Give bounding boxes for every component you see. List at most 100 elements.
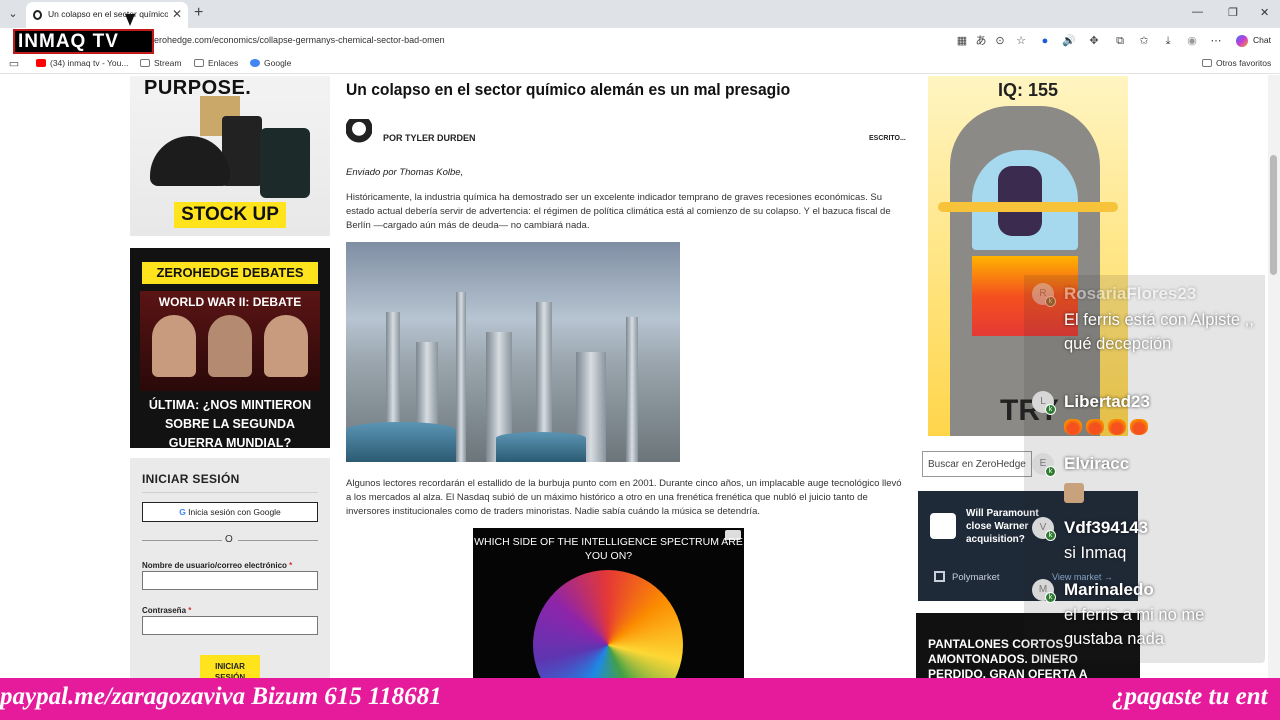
storage-tank — [346, 422, 456, 462]
login-title: INICIAR SESIÓN — [142, 472, 240, 486]
folder-icon — [140, 59, 150, 67]
speaker-photo — [264, 315, 308, 377]
sticker-icon — [1064, 483, 1084, 503]
reader-icon[interactable]: ⊙ — [992, 33, 1008, 49]
other-favorites[interactable]: Otros favoritos — [1202, 58, 1271, 68]
chat-button[interactable]: Chat — [1253, 35, 1271, 45]
article-byline: Enviado por Thomas Kolbe, — [346, 167, 464, 178]
google-signin-button[interactable]: G Inicia sesión con Google — [142, 502, 318, 522]
storage-tank — [496, 432, 586, 462]
chat-username: Vdf394143 — [1064, 518, 1149, 537]
apps-icon[interactable]: ▦ — [954, 33, 970, 49]
author-avatar — [346, 119, 372, 147]
favorite-stream[interactable]: Stream — [140, 58, 181, 68]
warner-logo-icon — [930, 513, 956, 539]
angry-face-icon — [1108, 419, 1126, 435]
speaker-photo — [152, 315, 196, 377]
zerohedge-favicon-icon — [33, 10, 42, 20]
password-label: Contraseña * — [142, 606, 192, 615]
maximize-button[interactable]: ❐ — [1228, 6, 1238, 19]
angry-face-icon — [1064, 419, 1082, 435]
game-hero — [998, 166, 1042, 236]
tab-active[interactable]: Un colapso en el sector químico a ✕ — [26, 2, 188, 28]
minimize-button[interactable]: — — [1192, 6, 1203, 18]
close-window-button[interactable]: ✕ — [1260, 6, 1269, 19]
chat-badge-icon: k — [1045, 404, 1056, 415]
translate-icon[interactable]: あ — [973, 33, 989, 49]
chat-badge-icon: k — [1045, 466, 1056, 477]
divider — [142, 540, 222, 541]
puzzle-extensions-icon[interactable]: ✥ — [1086, 33, 1102, 49]
extension-icon[interactable]: ● — [1037, 33, 1053, 49]
debates-subtitle: WORLD WAR II: DEBATE — [158, 295, 302, 309]
favorites-icon[interactable]: ✩ — [1136, 33, 1152, 49]
favorite-enlaces[interactable]: Enlaces — [194, 58, 238, 68]
ticker-text: paypal.me/zaragozaviva Bizum 615 118681 — [0, 683, 442, 710]
new-tab-button[interactable]: + — [194, 4, 203, 22]
folder-icon — [1202, 59, 1212, 67]
author-name[interactable]: POR TYLER DURDEN — [383, 133, 476, 143]
speaker-icon[interactable]: 🔊 — [1061, 33, 1077, 49]
debates-question: ÚLTIMA: ¿NOS MINTIERON SOBRE LA SEGUNDA … — [148, 398, 312, 450]
poly-brand: Polymarket — [952, 572, 1000, 583]
game-pin — [938, 202, 1118, 212]
angry-face-icon — [1130, 419, 1148, 435]
url-text: erohedge.com/economics/collapse-germanys… — [154, 35, 445, 45]
game-iq-label: IQ: 155 — [997, 80, 1059, 100]
donation-ticker: paypal.me/zaragozaviva Bizum 615 118681 … — [0, 678, 1280, 720]
polymarket-logo-icon — [934, 571, 945, 582]
reading-list-icon[interactable]: ▭ — [6, 56, 22, 72]
debates-title: ZEROHEDGE DEBATES — [142, 262, 318, 284]
favorites-bar: ▭ (34) inmaq tv - You... Stream Enlaces … — [0, 54, 1280, 74]
refinery-tower — [456, 292, 466, 462]
chat-badge-icon: k — [1045, 592, 1056, 603]
chat-text: el ferris a mi no me gustaba nada — [1064, 606, 1205, 648]
password-input[interactable] — [142, 616, 318, 635]
favorite-star-icon[interactable]: ☆ — [1013, 33, 1029, 49]
google-g-icon: G — [179, 507, 189, 517]
supplement-promo-ad[interactable]: PURPOSE. STOCK UP — [130, 76, 330, 236]
favorite-google[interactable]: Google — [250, 58, 291, 68]
chat-username: Elviracc — [1064, 454, 1130, 473]
chat-text: si Inmaq — [1064, 544, 1127, 562]
inmaq-tv-logo: INMAQ TV — [13, 29, 154, 54]
page-scrollbar[interactable] — [1268, 75, 1280, 720]
article-paragraph: Históricamente, la industria química ha … — [346, 192, 891, 231]
debates-photo: WORLD WAR II: DEBATE — [140, 291, 320, 391]
more-menu-icon[interactable]: ⋯ — [1208, 33, 1224, 49]
chat-username: Marinaledo — [1064, 580, 1154, 599]
promo-cap — [150, 136, 230, 186]
angry-face-icon — [1086, 419, 1104, 435]
download-icon[interactable]: ⤓ — [1160, 33, 1176, 49]
chemical-plant-image — [346, 242, 680, 462]
split-screen-icon[interactable]: ⧉ — [1112, 33, 1128, 49]
tab-title: Un colapso en el sector químico a — [48, 9, 168, 19]
ad-question: WHICH SIDE OF THE INTELLIGENCE SPECTRUM … — [474, 536, 743, 562]
angry-emoji-row — [1064, 419, 1152, 440]
favorite-inmaq-youtube[interactable]: (34) inmaq tv - You... — [36, 58, 128, 68]
tab-bar: ⌄ Un colapso en el sector químico a ✕ + … — [0, 0, 1280, 28]
mouse-cursor-icon — [125, 14, 135, 26]
divider — [238, 540, 318, 541]
chat-badge-icon: k — [1045, 296, 1056, 307]
profile-icon[interactable]: ◉ — [1184, 33, 1200, 49]
address-bar[interactable]: erohedge.com/economics/collapse-germanys… — [150, 31, 930, 51]
folder-icon — [194, 59, 204, 67]
refinery-tower — [626, 317, 638, 462]
copilot-icon[interactable] — [1236, 35, 1248, 47]
speaker-photo — [208, 315, 252, 377]
youtube-icon — [36, 59, 46, 67]
chat-sticker — [1064, 483, 1084, 508]
chat-username: Libertad23 — [1064, 392, 1150, 411]
stock-up-button[interactable]: STOCK UP — [174, 202, 286, 228]
site-search-input[interactable]: Buscar en ZeroHedge — [922, 451, 1032, 477]
tab-close-icon[interactable]: ✕ — [172, 7, 182, 21]
article-paragraph: Algunos lectores recordarán el estallido… — [346, 478, 902, 517]
or-separator: O — [225, 534, 233, 545]
google-icon — [250, 59, 260, 67]
promo-bottle — [260, 128, 310, 198]
tab-list-chevron-icon[interactable]: ⌄ — [4, 5, 22, 23]
zerohedge-debates-ad[interactable]: ZEROHEDGE DEBATES WORLD WAR II: DEBATE Ú… — [130, 248, 330, 450]
username-input[interactable] — [142, 571, 318, 590]
scroll-thumb[interactable] — [1270, 155, 1277, 275]
